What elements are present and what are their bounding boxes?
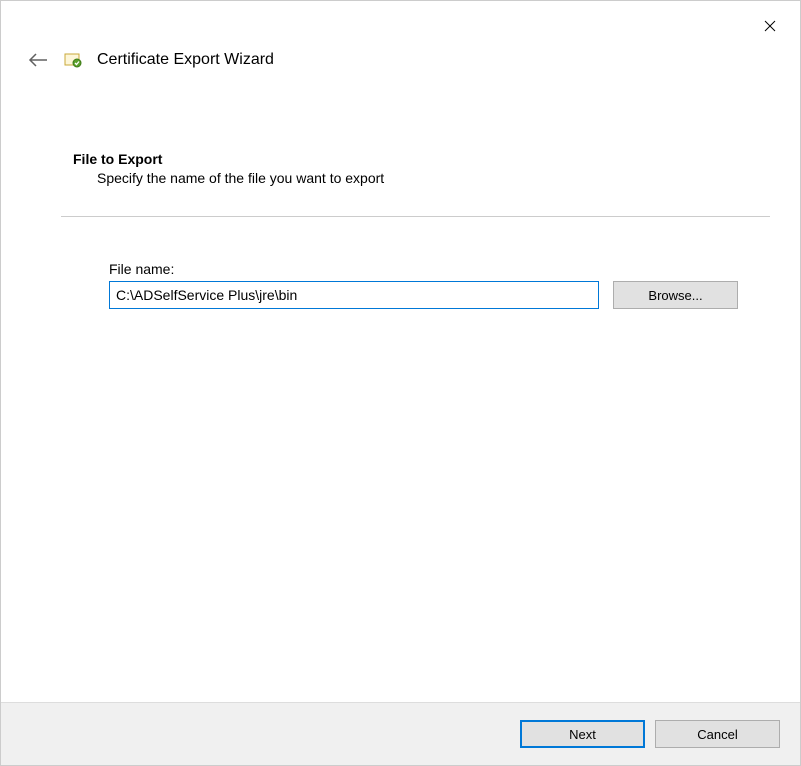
wizard-header: Certificate Export Wizard (1, 1, 800, 71)
next-button[interactable]: Next (520, 720, 645, 748)
filename-label: File name: (109, 261, 764, 277)
filename-row: Browse... (109, 281, 764, 309)
back-button[interactable] (27, 49, 49, 71)
close-icon (764, 20, 776, 32)
wizard-title: Certificate Export Wizard (97, 51, 274, 69)
certificate-icon (63, 50, 83, 70)
section-title: File to Export (73, 151, 764, 167)
filename-input[interactable] (109, 281, 599, 309)
back-arrow-icon (28, 53, 48, 67)
form-area: File name: Browse... (73, 217, 764, 309)
cancel-button[interactable]: Cancel (655, 720, 780, 748)
content-area: File to Export Specify the name of the f… (1, 71, 800, 309)
section-description: Specify the name of the file you want to… (73, 170, 764, 186)
footer: Next Cancel (1, 702, 800, 765)
close-button[interactable] (755, 11, 785, 41)
browse-button[interactable]: Browse... (613, 281, 738, 309)
